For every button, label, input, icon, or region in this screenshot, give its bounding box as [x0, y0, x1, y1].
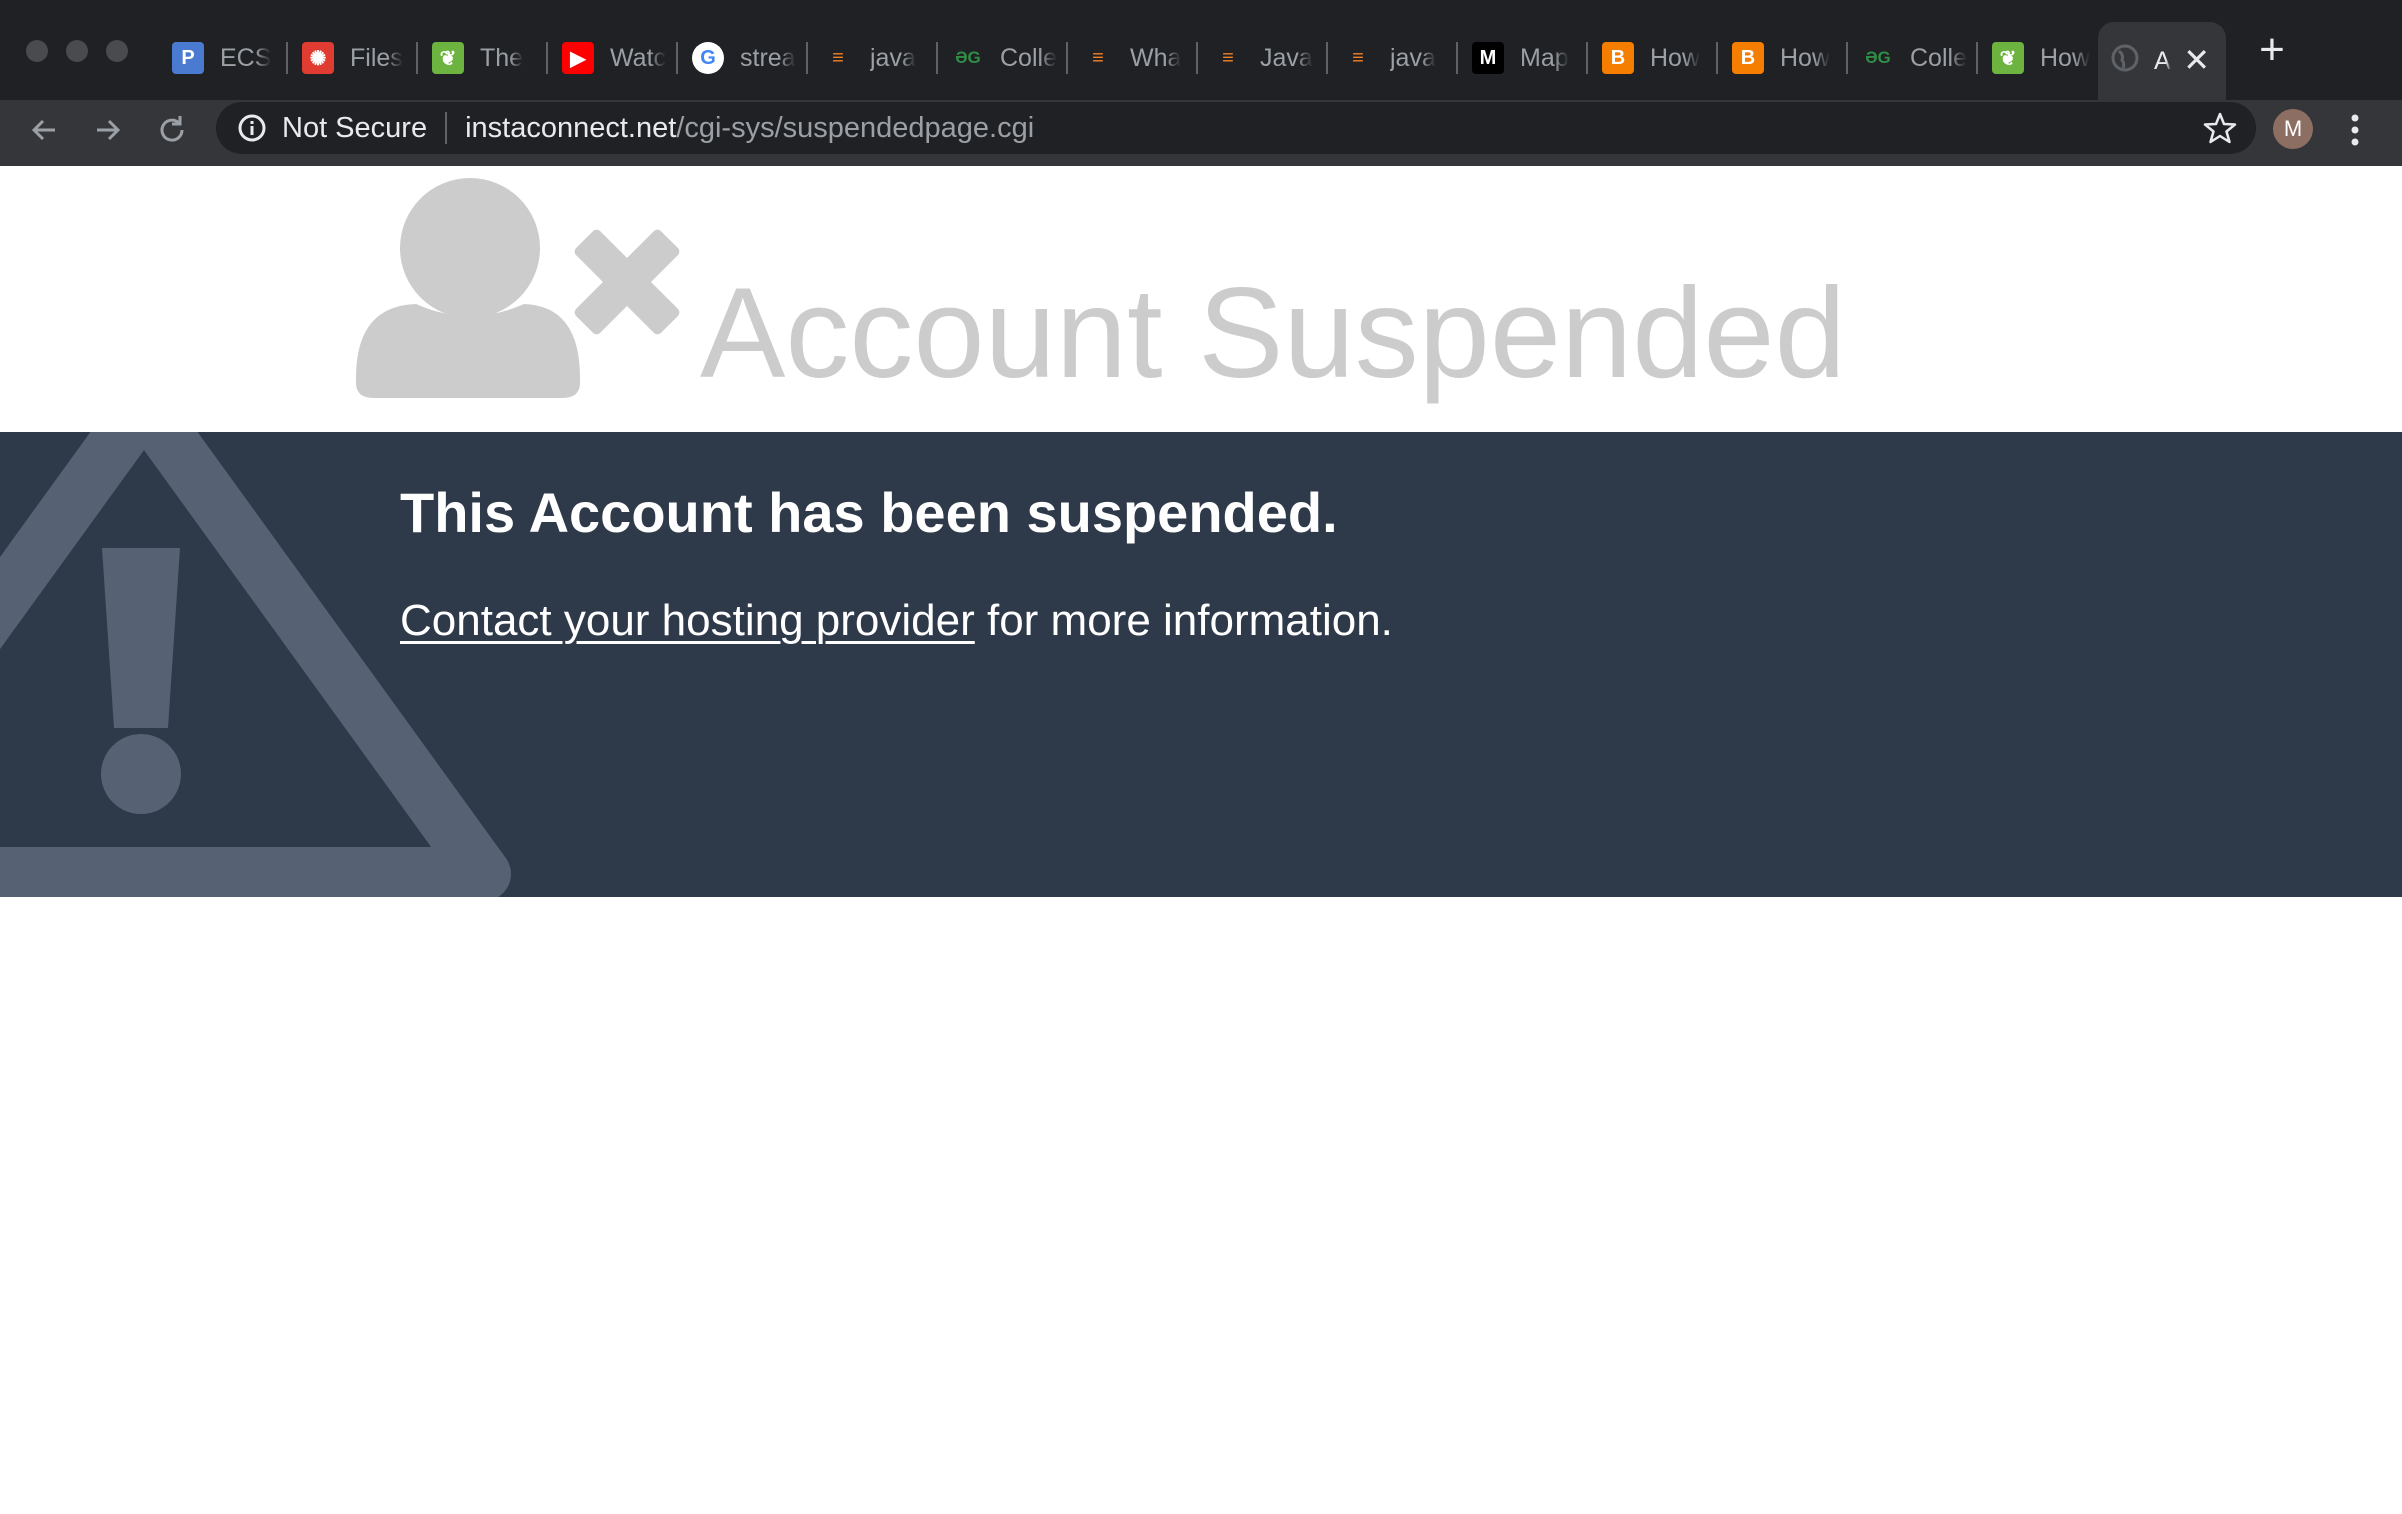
profile-initial: M: [2283, 116, 2303, 141]
window-zoom-button[interactable]: [106, 40, 128, 62]
tab-separator: [286, 42, 288, 74]
suspension-banner: This Account has been suspended. Contact…: [0, 432, 2402, 897]
tab-separator: [676, 42, 678, 74]
suspended-heading: This Account has been suspended.: [400, 481, 1338, 544]
tab-label: Wha: [1130, 43, 1182, 72]
tab-separator: [1196, 42, 1198, 74]
tab-separator: [1326, 42, 1328, 74]
site-info-button[interactable]: Not Secure: [236, 112, 427, 145]
tab-separator: [546, 42, 548, 74]
tab-separator: [1066, 42, 1068, 74]
stackoverflow-icon: ≡: [1222, 46, 1234, 69]
tab-separator: [416, 42, 418, 74]
more-vert-icon: [2351, 114, 2359, 146]
back-button[interactable]: [22, 108, 66, 152]
page-title: Account Suspended: [700, 262, 1846, 405]
bookmark-star-icon[interactable]: [2202, 110, 2238, 151]
menu-button[interactable]: [2340, 108, 2370, 152]
user-suspended-icon: [356, 178, 680, 398]
tab-separator: [936, 42, 938, 74]
tab-label: How: [1780, 43, 1831, 72]
window-minimize-button[interactable]: [66, 40, 88, 62]
page-header: Account Suspended: [0, 166, 2402, 432]
geeksforgeeks-icon: ƏG: [1865, 48, 1891, 67]
leaf-icon: ❦: [1992, 42, 2024, 74]
info-icon: [238, 114, 266, 142]
stackoverflow-icon: ≡: [1352, 46, 1364, 69]
tab-label: Colle: [1000, 43, 1057, 72]
stackoverflow-icon: ≡: [1092, 46, 1104, 69]
tab[interactable]: ƏG Colle: [1850, 28, 1972, 88]
tab-label: ECS: [220, 43, 272, 72]
web-page: Account Suspended This Account has been …: [0, 166, 2402, 1514]
contact-hosting-link[interactable]: Contact your hosting provider: [400, 596, 975, 645]
close-icon[interactable]: ✕: [2183, 42, 2210, 78]
url-text[interactable]: instaconnect.net/cgi-sys/suspendedpage.c…: [465, 112, 1034, 145]
tab-label: Files: [350, 43, 403, 72]
tab[interactable]: ≡ Wha: [1070, 28, 1192, 88]
tab[interactable]: ƏG Colle: [940, 28, 1062, 88]
tab-strip: P ECS ✺ Files ❦ The ▶ Watc Gstrea ≡ java ƏG Colle ≡ Wh…: [0, 0, 2402, 100]
tab[interactable]: ▶ Watc: [550, 28, 672, 88]
divider: [445, 112, 448, 144]
tab[interactable]: ❦ The: [420, 28, 542, 88]
browser-chrome: P ECS ✺ Files ❦ The ▶ Watc Gstrea ≡ java ƏG Colle ≡ Wh…: [0, 0, 2402, 166]
geeksforgeeks-icon: ƏG: [955, 48, 981, 67]
tab[interactable]: ✺ Files: [290, 28, 412, 88]
tab[interactable]: ❦ How: [1980, 28, 2102, 88]
leaf-icon: ❦: [432, 42, 464, 74]
youtube-icon: ▶: [562, 42, 594, 74]
google-icon: G: [692, 42, 724, 74]
tab-separator: [1456, 42, 1458, 74]
reload-button[interactable]: [150, 108, 194, 152]
reload-icon: [160, 116, 184, 142]
tab-separator: [1586, 42, 1588, 74]
tab[interactable]: ≡ java: [810, 28, 932, 88]
address-bar[interactable]: Not Secure instaconnect.net/cgi-sys/susp…: [216, 102, 2256, 154]
blogger-icon: B: [1602, 42, 1634, 74]
stackoverflow-icon: ≡: [832, 46, 844, 69]
tab-label: The: [480, 43, 524, 72]
tab-active[interactable]: A ✕: [2098, 22, 2226, 100]
tab[interactable]: Gstrea: [680, 28, 802, 88]
contact-message: Contact your hosting provider for more i…: [400, 596, 1393, 646]
url-host: instaconnect.net: [465, 111, 677, 144]
tab[interactable]: B How: [1590, 28, 1712, 88]
canvas-icon: ✺: [302, 42, 334, 74]
tab-label: java: [870, 43, 916, 72]
medium-icon: M: [1472, 42, 1504, 74]
tab-label: Colle: [1910, 43, 1967, 72]
tab-label: Java: [1260, 43, 1313, 72]
blogger-icon: B: [1732, 42, 1764, 74]
tab[interactable]: ≡ java: [1330, 28, 1452, 88]
window-close-button[interactable]: [26, 40, 48, 62]
url-path: /cgi-sys/suspendedpage.cgi: [676, 111, 1035, 144]
tab-separator: [806, 42, 808, 74]
tab-label: Watc: [610, 43, 667, 72]
tab-label: A: [2154, 46, 2171, 75]
tab[interactable]: M Map: [1460, 28, 1582, 88]
new-tab-button[interactable]: +: [2252, 28, 2292, 72]
arrow-left-icon: [31, 119, 55, 141]
tab[interactable]: ≡ Java: [1200, 28, 1322, 88]
tab-label: How: [1650, 43, 1701, 72]
tab-separator: [1846, 42, 1848, 74]
globe-icon: [2110, 43, 2140, 80]
tab-label: How: [2040, 43, 2091, 72]
arrow-right-icon: [97, 119, 121, 141]
tab-label: Map: [1520, 43, 1569, 72]
tab[interactable]: B How: [1720, 28, 1842, 88]
tab-label: strea: [740, 43, 796, 72]
pluralsight-icon: P: [172, 42, 204, 74]
forward-button[interactable]: [86, 108, 130, 152]
profile-avatar[interactable]: M: [2273, 109, 2313, 149]
tab-label: java: [1390, 43, 1436, 72]
info-suffix: for more information.: [974, 596, 1393, 645]
tab[interactable]: P ECS: [160, 28, 282, 88]
tab-separator: [1716, 42, 1718, 74]
tab-separator: [1976, 42, 1978, 74]
security-label: Not Secure: [282, 111, 428, 144]
